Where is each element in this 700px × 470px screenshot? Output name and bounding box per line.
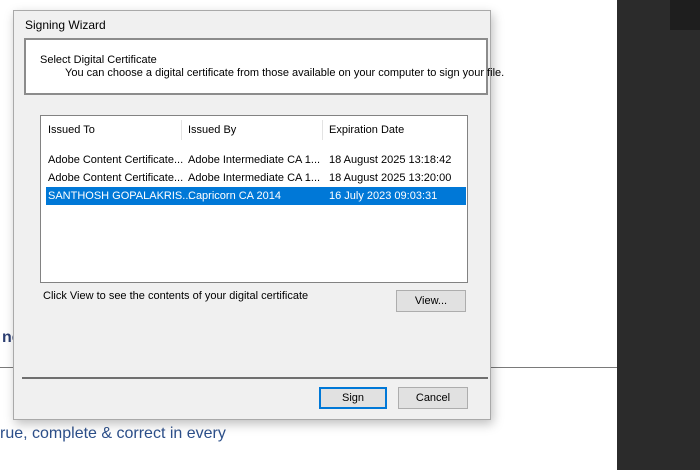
certificate-row-selected[interactable]: SANTHOSH GOPALAKRIS... Capricorn CA 2014… xyxy=(46,187,466,205)
dark-corner-strip xyxy=(670,0,700,30)
view-hint-text: Click View to see the contents of your d… xyxy=(43,290,309,302)
column-separator[interactable] xyxy=(322,120,323,140)
dark-side-panel xyxy=(617,0,700,470)
view-button[interactable]: View... xyxy=(396,290,466,312)
cell-issued-to: Adobe Content Certificate... xyxy=(48,172,184,184)
cancel-button[interactable]: Cancel xyxy=(398,387,468,409)
header-title: Select Digital Certificate xyxy=(40,54,157,66)
dialog-title: Signing Wizard xyxy=(25,18,106,32)
cell-expiration: 18 August 2025 13:20:00 xyxy=(329,172,452,184)
cell-expiration: 16 July 2023 09:03:31 xyxy=(329,190,438,202)
certificate-list[interactable]: Issued To Issued By Expiration Date Adob… xyxy=(40,115,468,283)
column-header-issued-by[interactable]: Issued By xyxy=(188,124,236,136)
signing-wizard-dialog: Signing Wizard Select Digital Certificat… xyxy=(13,10,504,420)
column-separator[interactable] xyxy=(181,120,182,140)
dialog-header-panel: Select Digital Certificate You can choos… xyxy=(24,38,504,95)
dialog-separator xyxy=(22,377,488,379)
certificate-row[interactable]: Adobe Content Certificate... Adobe Inter… xyxy=(46,169,466,187)
column-header-issued-to[interactable]: Issued To xyxy=(48,124,95,136)
cell-issued-to: Adobe Content Certificate... xyxy=(48,154,184,166)
header-subtitle: You can choose a digital certificate fro… xyxy=(65,67,505,79)
sign-button[interactable]: Sign xyxy=(319,387,387,409)
column-header-expiration-date[interactable]: Expiration Date xyxy=(329,124,404,136)
cell-expiration: 18 August 2025 13:18:42 xyxy=(329,154,452,166)
background-text-fragment: rue, complete & correct in every xyxy=(0,425,226,442)
cell-issued-by: Adobe Intermediate CA 1... xyxy=(188,154,321,166)
cell-issued-to: SANTHOSH GOPALAKRIS... xyxy=(48,190,192,202)
cell-issued-by: Adobe Intermediate CA 1... xyxy=(188,172,321,184)
certificate-row[interactable]: Adobe Content Certificate... Adobe Inter… xyxy=(46,151,466,169)
cell-issued-by: Capricorn CA 2014 xyxy=(188,190,281,202)
